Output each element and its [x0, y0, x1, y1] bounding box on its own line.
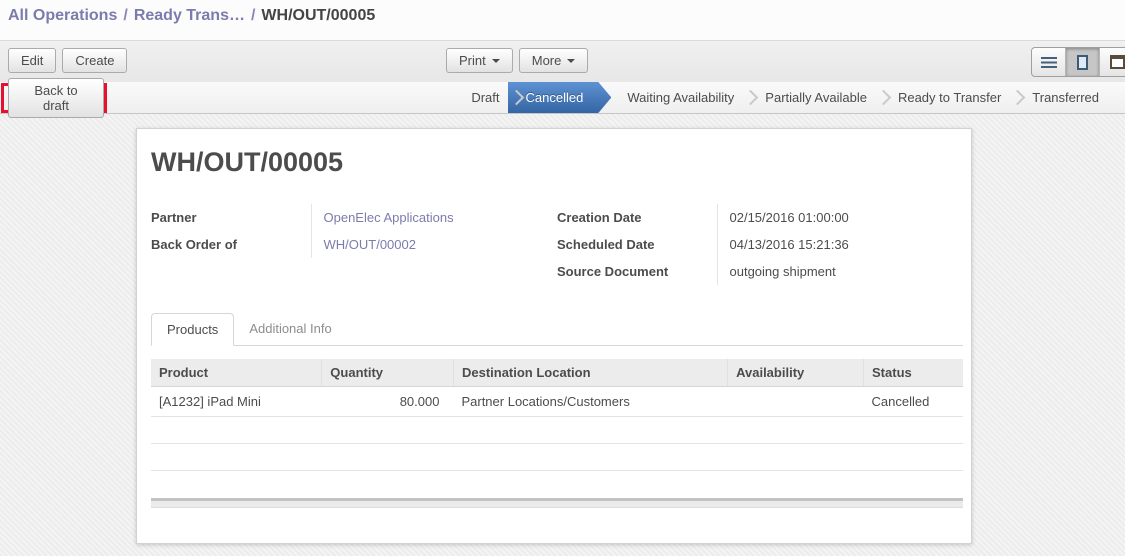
view-switcher	[1031, 47, 1125, 77]
field-label-back-order-of: Back Order of	[151, 231, 311, 258]
cell-product: [A1232] iPad Mini	[151, 387, 322, 417]
breadcrumb: All Operations / Ready Trans… / WH/OUT/0…	[0, 0, 1125, 40]
field-value-creation-date: 02/15/2016 01:00:00	[717, 204, 937, 231]
form-icon	[1077, 55, 1088, 70]
field-value-back-order-of[interactable]: WH/OUT/00002	[311, 231, 531, 258]
more-dropdown-button[interactable]: More	[519, 48, 589, 73]
horizontal-scrollbar[interactable]	[151, 498, 963, 508]
column-header-status[interactable]: Status	[864, 359, 963, 387]
action-buttons: Print More	[446, 48, 588, 73]
tab-additional-info[interactable]: Additional Info	[234, 313, 346, 346]
status-draft[interactable]: Draft	[455, 82, 515, 113]
cell-quantity: 80.000	[322, 387, 454, 417]
edit-button[interactable]: Edit	[8, 48, 56, 73]
breadcrumb-link-all-operations[interactable]: All Operations	[8, 7, 117, 25]
breadcrumb-separator: /	[123, 7, 127, 25]
column-header-product[interactable]: Product	[151, 359, 322, 387]
statusbar: Draft Cancelled Waiting Availability Par…	[455, 82, 1125, 113]
record-title: WH/OUT/00005	[151, 147, 963, 178]
breadcrumb-link-ready-transfers[interactable]: Ready Trans…	[134, 7, 245, 25]
field-value-partner[interactable]: OpenElec Applications	[311, 204, 531, 231]
list-view-button[interactable]	[1032, 48, 1066, 76]
tab-products[interactable]: Products	[151, 313, 234, 346]
status-row: Back to draft Draft Cancelled Waiting Av…	[0, 82, 1125, 114]
toolbar: Edit Create Print More	[0, 40, 1125, 82]
field-value-scheduled-date: 04/13/2016 15:21:36	[717, 231, 937, 258]
breadcrumb-current: WH/OUT/00005	[261, 7, 375, 25]
status-waiting-availability[interactable]: Waiting Availability	[611, 82, 750, 113]
calendar-icon	[1110, 55, 1125, 69]
list-icon	[1041, 57, 1057, 68]
caret-down-icon	[492, 59, 500, 63]
form-sheet: WH/OUT/00005 Partner OpenElec Applicatio…	[136, 128, 972, 544]
form-view-button[interactable]	[1066, 48, 1100, 76]
caret-down-icon	[567, 59, 575, 63]
cell-status: Cancelled	[864, 387, 963, 417]
back-to-draft-button[interactable]: Back to draft	[8, 78, 104, 118]
column-header-quantity[interactable]: Quantity	[322, 359, 454, 387]
cell-availability	[728, 387, 864, 417]
field-label-scheduled-date: Scheduled Date	[557, 231, 717, 258]
table-header-row: Product Quantity Destination Location Av…	[151, 359, 963, 387]
status-ready-to-transfer[interactable]: Ready to Transfer	[882, 82, 1017, 113]
create-button[interactable]: Create	[62, 48, 127, 73]
annotation-highlight: Back to draft	[1, 83, 107, 113]
field-value-source-document: outgoing shipment	[717, 258, 937, 285]
status-partially-available[interactable]: Partially Available	[749, 82, 883, 113]
empty-table-line	[151, 444, 963, 471]
cell-destination: Partner Locations/Customers	[453, 387, 727, 417]
products-table: Product Quantity Destination Location Av…	[151, 359, 963, 417]
field-group-right: Creation Date 02/15/2016 01:00:00 Schedu…	[557, 204, 963, 285]
column-header-availability[interactable]: Availability	[728, 359, 864, 387]
table-row[interactable]: [A1232] iPad Mini 80.000 Partner Locatio…	[151, 387, 963, 417]
notebook-tabs: Products Additional Info	[151, 313, 963, 346]
calendar-view-button[interactable]	[1100, 48, 1125, 76]
status-transferred[interactable]: Transferred	[1016, 82, 1115, 113]
record-buttons: Edit Create	[8, 48, 127, 73]
field-group-left: Partner OpenElec Applications Back Order…	[151, 204, 557, 285]
field-groups: Partner OpenElec Applications Back Order…	[151, 204, 963, 285]
field-label-creation-date: Creation Date	[557, 204, 717, 231]
empty-table-line	[151, 417, 963, 444]
print-dropdown-button[interactable]: Print	[446, 48, 513, 73]
column-header-destination-location[interactable]: Destination Location	[453, 359, 727, 387]
breadcrumb-separator: /	[251, 7, 255, 25]
field-label-partner: Partner	[151, 204, 311, 231]
field-label-source-document: Source Document	[557, 258, 717, 285]
